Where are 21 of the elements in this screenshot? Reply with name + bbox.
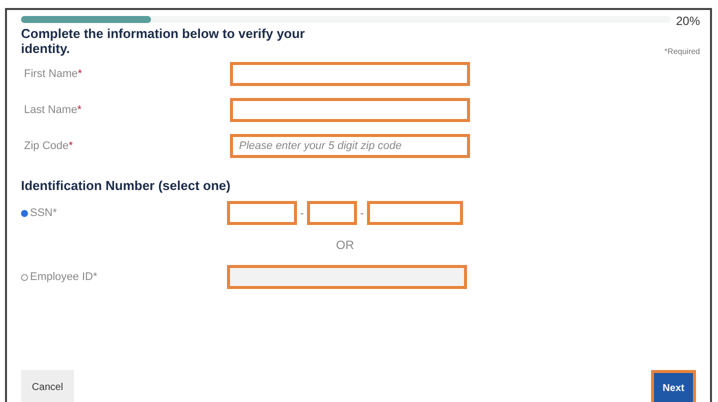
field-label: SSN* xyxy=(30,207,57,219)
progress-percent: 20% xyxy=(676,14,700,28)
cancel-button[interactable]: Cancel xyxy=(21,370,74,402)
text-field[interactable] xyxy=(230,98,470,122)
field-label: Employee ID* xyxy=(30,271,98,283)
separator: - xyxy=(360,206,364,220)
text-field[interactable] xyxy=(230,62,470,86)
field-label: First Name* xyxy=(24,68,82,80)
field-label: Last Name* xyxy=(24,104,82,116)
required-note: *Required xyxy=(664,47,700,56)
text-field[interactable]: Please enter your 5 digit zip code xyxy=(230,134,470,158)
form-heading: Complete the information below to verify your identity. xyxy=(21,26,306,56)
ssn-field[interactable] xyxy=(227,201,297,225)
radio-button[interactable] xyxy=(21,210,28,216)
ssn-field[interactable] xyxy=(367,201,463,225)
field-label: Zip Code* xyxy=(24,140,73,152)
ssn-field[interactable] xyxy=(307,201,357,225)
separator: - xyxy=(300,206,304,220)
next-button[interactable]: Next xyxy=(651,370,696,402)
or-divider-text: OR xyxy=(336,238,354,252)
section-heading: Identification Number (select one) xyxy=(21,178,232,193)
